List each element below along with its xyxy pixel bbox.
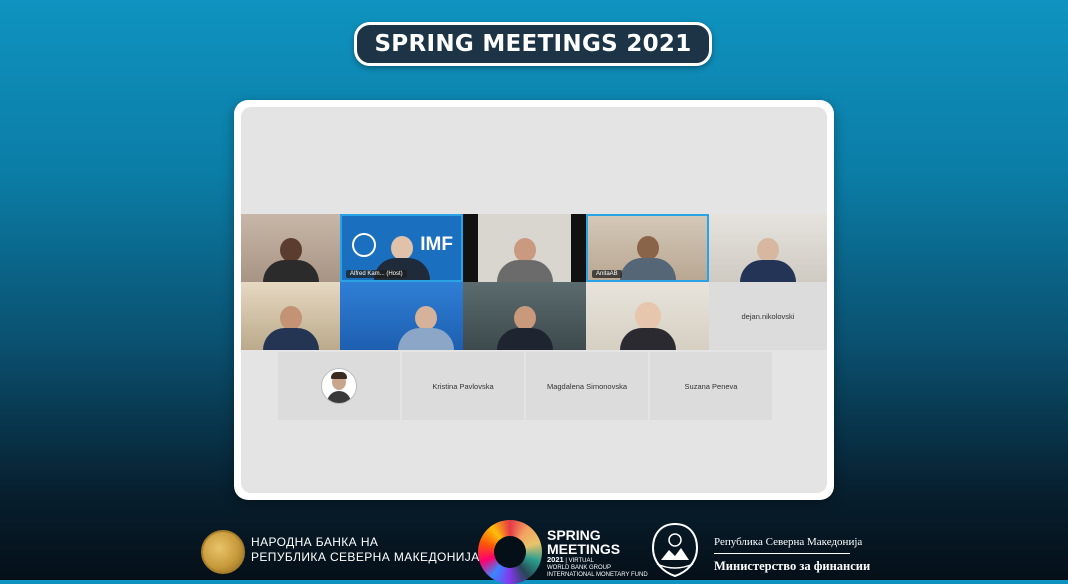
participant-name: dejan.nikolovski [741, 311, 795, 321]
video-grid: IMF Alfred Kam... (Host) AnitaAB dejan.n… [241, 107, 827, 493]
title-banner: SPRING MEETINGS 2021 [354, 22, 712, 66]
video-tile-11[interactable] [278, 352, 400, 420]
video-tile-9[interactable] [586, 282, 709, 350]
spring-meetings-wheel-icon [478, 520, 542, 584]
nbrsm-logo-text: НАРОДНА БАНКА НА РЕПУБЛИКА СЕВЕРНА МАКЕД… [251, 535, 480, 565]
imf-seal-icon [352, 233, 376, 257]
ministry-divider [714, 553, 850, 554]
avatar [321, 368, 357, 404]
nbrsm-seal-icon [201, 530, 245, 574]
participant-name-tag: AnitaAB [592, 270, 622, 278]
video-tile-5[interactable] [709, 214, 827, 282]
video-tile-1[interactable] [241, 214, 340, 282]
participant-name: Suzana Peneva [684, 381, 738, 391]
participant-name: Kristina Pavlovska [432, 381, 494, 391]
meeting-screen: IMF Alfred Kam... (Host) AnitaAB dejan.n… [234, 100, 834, 500]
spring-meetings-logo-title: SPRING MEETINGS [547, 527, 621, 557]
nbrsm-line2: РЕПУБЛИКА СЕВЕРНА МАКЕДОНИЈА [251, 550, 480, 564]
banner-title: SPRING MEETINGS 2021 [374, 31, 692, 57]
video-tile-10[interactable]: dejan.nikolovski [709, 282, 827, 350]
video-tile-12[interactable]: Kristina Pavlovska [402, 352, 524, 420]
video-tile-host[interactable]: IMF Alfred Kam... (Host) [340, 214, 463, 282]
macedonia-emblem-icon [651, 522, 699, 578]
video-tile-13[interactable]: Magdalena Simonovska [526, 352, 648, 420]
spring-meetings-logo-subtitle: 2021 | VIRTUAL WORLD BANK GROUP INTERNAT… [547, 555, 648, 578]
participant-name-tag: Alfred Kam... (Host) [346, 270, 407, 278]
ministry-name-text: Министерство за финансии [714, 559, 871, 573]
video-tile-3[interactable] [463, 214, 586, 282]
ministry-country-text: Република Северна Македонија [714, 536, 863, 548]
video-tile-14[interactable]: Suzana Peneva [650, 352, 772, 420]
video-tile-4[interactable]: AnitaAB [586, 214, 709, 282]
participant-name: Magdalena Simonovska [546, 381, 628, 391]
nbrsm-line1: НАРОДНА БАНКА НА [251, 535, 379, 549]
video-tile-7[interactable] [340, 282, 463, 350]
video-tile-6[interactable] [241, 282, 340, 350]
video-tile-8[interactable] [463, 282, 586, 350]
